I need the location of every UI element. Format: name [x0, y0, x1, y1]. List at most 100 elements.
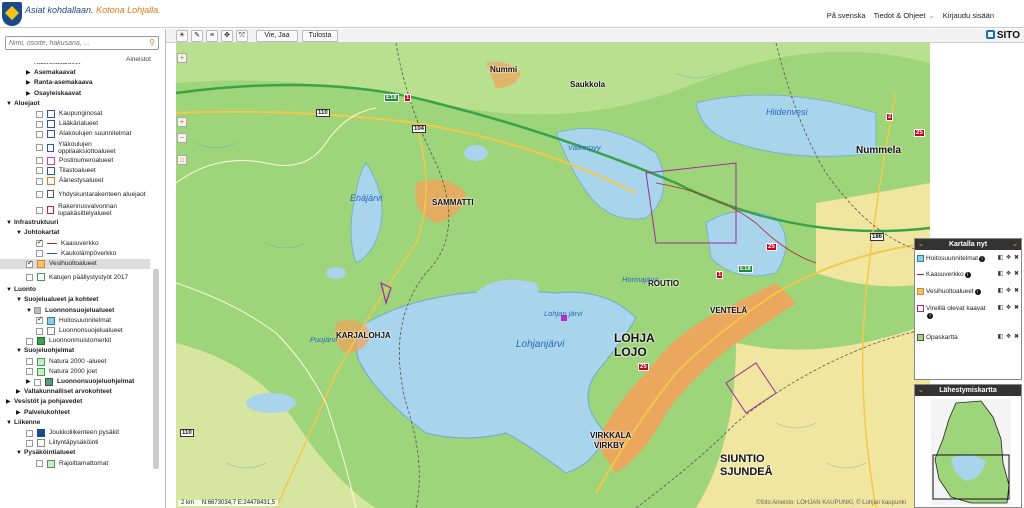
layer-tree-item[interactable]: ▼ Suojelualueet ja kohteet [0, 295, 150, 305]
layer-tree-item[interactable]: ▼ Infrastruktuuri [0, 218, 150, 228]
expand-down-icon[interactable]: ▼ [16, 346, 24, 356]
layer-tree-item[interactable]: ▶ Osayleiskaavat [0, 89, 150, 99]
remove-icon[interactable]: ✖ [1013, 288, 1020, 295]
active-layer-item[interactable]: Hoitosuunnitelmat i ◧ ✥ ✖ [917, 255, 1021, 262]
info-icon[interactable]: i [974, 289, 981, 295]
export-share-button[interactable]: Vie, Jaa [256, 30, 298, 42]
layer-checkbox[interactable] [26, 368, 33, 376]
zoom-home-button[interactable]: ⌂ [177, 155, 187, 165]
layer-checkbox[interactable] [36, 327, 43, 335]
layer-tree-item[interactable]: ▶ Luonnonsuojeluohjelmat [0, 377, 150, 387]
opacity-icon[interactable]: ◧ [997, 305, 1004, 312]
layer-tree-item[interactable]: Tilastoalueet [0, 166, 150, 176]
layer-tree-item[interactable]: Natura 2000 -alueet [0, 357, 150, 367]
list-icon[interactable]: ≡ [206, 30, 218, 42]
move-icon[interactable]: ✥ [221, 30, 233, 42]
measure-icon[interactable]: ⤲ [236, 30, 248, 42]
layer-checkbox[interactable] [36, 238, 43, 248]
expand-right-icon[interactable]: ▶ [26, 68, 34, 78]
opacity-icon[interactable]: ◧ [997, 271, 1004, 278]
overview-map[interactable] [931, 399, 1011, 505]
layer-tree-item[interactable]: Liityntäpysäköinti [0, 438, 150, 448]
layer-tree-item[interactable]: Rajoittamattomat [0, 459, 150, 469]
print-button[interactable]: Tulosta [302, 30, 338, 42]
opacity-icon[interactable]: ◧ [997, 255, 1004, 262]
layer-checkbox[interactable] [36, 157, 43, 165]
layer-tree-item[interactable]: Kaasuverkko [0, 238, 150, 249]
layer-tree-item[interactable]: Katujen päällystystyöt 2017 [0, 269, 150, 285]
layer-tree-item[interactable]: ▼ Pysäköintialueet [0, 448, 150, 458]
move-icon[interactable]: ✥ [1005, 334, 1012, 341]
layer-tree-item[interactable]: ▶ Palvelukohteet [0, 408, 150, 418]
remove-icon[interactable]: ✖ [1013, 305, 1020, 312]
layer-tree-item[interactable]: Kaupunginosat [0, 109, 150, 119]
layer-checkbox[interactable] [36, 190, 43, 198]
expand-down-icon[interactable]: ▼ [6, 418, 14, 428]
move-icon[interactable]: ✥ [1005, 271, 1012, 278]
layer-tree-item[interactable]: ▼ Suojeluohjelmat [0, 346, 150, 356]
layer-tree-item[interactable]: Yhdyskuntarakenteen aluejaot [0, 186, 150, 202]
expand-down-icon[interactable]: ▼ [6, 218, 14, 228]
layer-checkbox[interactable] [26, 358, 33, 366]
layer-checkbox[interactable] [26, 273, 33, 281]
layer-tree-item[interactable]: ▶ Asemakaavat [0, 68, 150, 78]
layer-checkbox[interactable] [36, 167, 43, 175]
search-input[interactable] [6, 37, 136, 49]
layer-tree-item[interactable]: ▼ Luonnonsuojelualueet [0, 306, 150, 316]
layer-tree-item[interactable]: ▶ Ranta-asemakaava [0, 78, 150, 88]
expand-down-icon[interactable]: ▼ [6, 285, 14, 295]
layer-tree-item[interactable]: Luonnonmuistomerkit [0, 336, 150, 346]
layer-checkbox[interactable] [36, 110, 43, 118]
layer-tree-item[interactable]: Kaukolämpöverkko [0, 249, 150, 259]
layer-tree-item[interactable]: Joukkoliikenteen pysäkit [0, 428, 150, 438]
move-icon[interactable]: ✥ [1005, 288, 1012, 295]
layer-tree-item[interactable]: Alakoulujen suunnitelmat [0, 129, 150, 139]
search-icon[interactable]: ⚲ [149, 38, 155, 47]
layer-tree-item[interactable]: Natura 2000 joet [0, 367, 150, 377]
layer-checkbox[interactable] [26, 439, 33, 447]
layer-checkbox[interactable] [36, 206, 43, 214]
lohja-crest-logo[interactable] [2, 2, 22, 26]
active-layer-item[interactable]: Vireillä olevat kaavati ◧ ✥ ✖ [917, 305, 1021, 319]
zoom-in-button[interactable]: + [177, 117, 187, 127]
pan-icon[interactable]: + [177, 53, 187, 63]
active-layer-item[interactable]: Kaasuverkko i ◧ ✥ ✖ [917, 271, 1021, 278]
layer-checkbox[interactable] [36, 315, 43, 325]
login-link[interactable]: Kirjaudu sisään [943, 11, 994, 20]
opacity-icon[interactable]: ◧ [997, 288, 1004, 295]
layer-tree-item[interactable]: Hoitosuunnitelmat [0, 315, 150, 326]
expand-down-icon[interactable]: ▼ [16, 228, 24, 238]
expand-right-icon[interactable]: ▶ [26, 89, 34, 99]
layer-tree-item[interactable]: Äänestysalueet [0, 176, 150, 186]
layer-tree-item[interactable]: ▼ Luonto [0, 285, 150, 295]
layer-checkbox[interactable] [34, 307, 41, 315]
expand-down-icon[interactable]: ▼ [6, 99, 14, 109]
remove-icon[interactable]: ✖ [1013, 271, 1020, 278]
layer-tree-item[interactable]: ▼ Liikenne [0, 418, 150, 428]
expand-right-icon[interactable]: ▶ [16, 387, 24, 397]
info-icon[interactable]: i [964, 272, 971, 278]
layer-checkbox[interactable] [36, 177, 43, 185]
layer-checkbox[interactable] [26, 337, 33, 345]
overview-map-header[interactable]: ⌄ Lähestymiskartta [915, 385, 1021, 396]
expand-right-icon[interactable]: ▶ [26, 78, 34, 88]
info-menu[interactable]: Tiedot & Ohjeet ⌄ [874, 11, 935, 20]
expand-right-icon[interactable]: ▶ [6, 397, 14, 407]
layer-checkbox[interactable] [36, 144, 43, 152]
sidebar-scrollbar[interactable] [153, 269, 159, 469]
layer-tree-item[interactable]: Lääkärialueet [0, 119, 150, 129]
layer-tree-item[interactable]: ▼ Johtokartat [0, 228, 150, 238]
layer-checkbox[interactable] [26, 429, 33, 437]
info-icon[interactable]: i [927, 313, 933, 319]
remove-icon[interactable]: ✖ [1013, 255, 1020, 262]
active-layer-item[interactable]: Opaskartta ◧ ✥ ✖ [917, 334, 1021, 341]
expand-down-icon[interactable]: ▼ [16, 295, 24, 305]
layer-tree-item[interactable]: ▶ Valtakunnalliset arvokohteet [0, 387, 150, 397]
move-icon[interactable]: ✥ [1005, 305, 1012, 312]
layer-tree-item[interactable]: ▼ Aluejaot [0, 99, 150, 109]
layer-tree-item[interactable]: Vesihuoltoalueet [0, 259, 150, 269]
layer-tree-item[interactable]: Yläkoulujen oppilaaksiottoalueet [0, 140, 150, 156]
layer-tree-item[interactable]: Postinumeroalueet [0, 156, 150, 166]
layer-checkbox[interactable] [36, 120, 43, 128]
layer-checkbox[interactable] [36, 130, 43, 138]
